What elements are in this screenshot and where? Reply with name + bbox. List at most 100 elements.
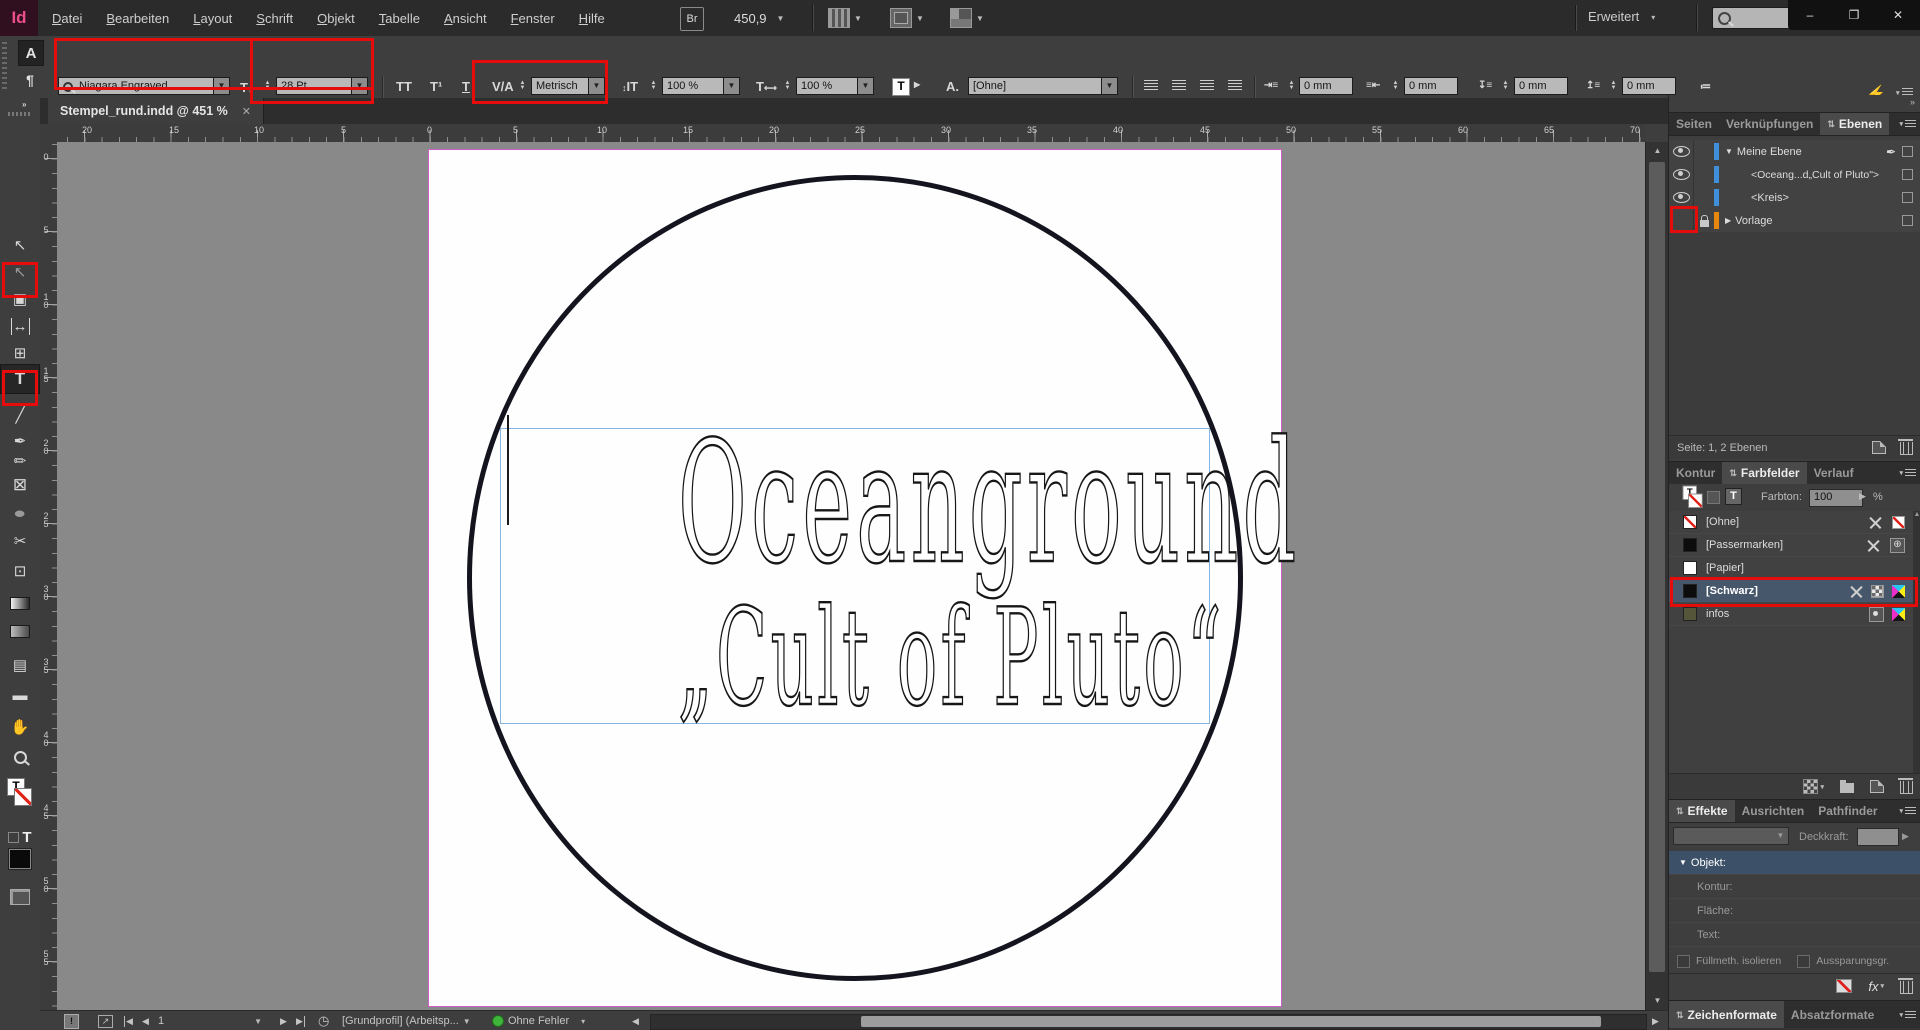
opacity-field[interactable] (1857, 828, 1899, 846)
justify-left-button[interactable] (1228, 80, 1242, 91)
menu-schrift[interactable]: Schrift (256, 11, 293, 26)
swatch-row-schwarz[interactable]: [Schwarz] (1669, 580, 1913, 603)
menu-objekt[interactable]: Objekt (317, 11, 355, 26)
close-icon[interactable]: ✕ (242, 105, 251, 118)
container-toggle-button[interactable] (1707, 491, 1720, 504)
scroll-right-button[interactable]: ▶ (1652, 1011, 1659, 1030)
layer-target-square[interactable] (1902, 169, 1913, 180)
chevron-down-icon[interactable]: ▼ (588, 78, 604, 94)
tab-ausrichten[interactable]: Ausrichten (1735, 800, 1812, 822)
chevron-down-icon[interactable]: ▼ (351, 78, 367, 94)
new-layer-icon[interactable] (1872, 441, 1886, 454)
superscript-button[interactable]: T¹ (430, 79, 442, 94)
content-collector-tool[interactable]: ⊞ (0, 340, 40, 366)
horizontal-scroll-thumb[interactable] (861, 1016, 1601, 1027)
arrange-documents-button[interactable]: ▼ (950, 8, 984, 28)
document-canvas[interactable]: Oceanground „Cult of Pluto“ (57, 142, 1645, 1010)
trash-icon[interactable] (1900, 442, 1913, 455)
vertical-scroll-thumb[interactable] (1649, 162, 1665, 972)
scroll-up-icon[interactable]: ▲ (1913, 511, 1920, 518)
indent-left-field[interactable]: 0 mm (1299, 77, 1353, 95)
ruler-origin[interactable] (40, 124, 58, 143)
screen-mode-tool[interactable] (0, 884, 40, 910)
rectangle-frame-tool[interactable]: ⊠ (0, 472, 40, 498)
panel-menu-icon[interactable]: ▾ (1899, 462, 1920, 484)
scroll-up-icon[interactable]: ▲ (1646, 142, 1669, 160)
menu-layout[interactable]: Layout (193, 11, 232, 26)
document-tab[interactable]: Stempel_rund.indd @ 451 % ✕ (48, 98, 264, 124)
layer-row-vorlage[interactable]: ▶ Vorlage (1669, 209, 1920, 233)
page-tool[interactable]: ▣ (0, 286, 40, 312)
layer-row-meine-ebene[interactable]: ▼ Meine Ebene ✒ (1669, 140, 1920, 164)
clear-effects-icon[interactable] (1836, 979, 1852, 993)
vertical-ruler[interactable]: 0 5 10 15 20 25 30 35 40 45 50 55 (40, 142, 58, 1010)
preflight-button[interactable]: ! (64, 1011, 79, 1030)
tint-field[interactable]: 100 (1809, 489, 1863, 507)
align-right-button[interactable] (1200, 80, 1214, 91)
workspace-switcher[interactable]: Erweitert ▾ (1588, 9, 1655, 24)
tab-ebenen[interactable]: Ebenen (1820, 113, 1889, 135)
menu-fenster[interactable]: Fenster (511, 11, 555, 26)
space-after-field[interactable]: 0 mm (1622, 77, 1676, 95)
character-style-field[interactable]: [Ohne]▼ (968, 77, 1118, 95)
lock-toggle[interactable] (1694, 140, 1714, 163)
previous-page-button[interactable]: ◀ (142, 1011, 149, 1030)
measure-tool[interactable]: ▬ (0, 682, 40, 708)
visibility-toggle[interactable] (1669, 163, 1694, 186)
apply-color-button[interactable] (0, 846, 40, 872)
align-center-button[interactable] (1172, 80, 1186, 91)
vertical-scrollbar[interactable]: ▲ ▼ (1645, 142, 1669, 1010)
bridge-button[interactable]: Br (680, 7, 704, 31)
ellipse-tool[interactable]: ● (0, 500, 40, 526)
font-size-field[interactable]: 28 Pt▼ (276, 77, 368, 95)
trash-icon[interactable] (1900, 981, 1913, 994)
swatch-row-infos[interactable]: infos (1669, 603, 1913, 626)
kerning-field[interactable]: Metrisch▼ (531, 77, 605, 95)
collapse-panels-icon[interactable]: » (1910, 97, 1915, 107)
underline-button[interactable]: T (462, 79, 470, 94)
tab-pathfinder[interactable]: Pathfinder (1811, 800, 1884, 822)
all-caps-button[interactable]: TT (396, 79, 412, 94)
lock-toggle[interactable] (1694, 209, 1714, 232)
menu-hilfe[interactable]: Hilfe (579, 11, 605, 26)
tab-effekte[interactable]: Effekte (1669, 800, 1735, 822)
horizontal-scale-field[interactable]: 100 %▼ (796, 77, 874, 95)
text-toggle-button[interactable]: T (1725, 488, 1742, 505)
horizontal-scrollbar[interactable] (650, 1014, 1647, 1030)
lock-toggle[interactable] (1694, 186, 1714, 209)
tab-verknuepfungen[interactable]: Verknüpfungen (1719, 113, 1820, 135)
expand-arrow-icon[interactable]: ▼ (1725, 147, 1733, 156)
export-button[interactable]: ↗ (98, 1011, 113, 1030)
text-fill-swatch[interactable]: T (892, 78, 910, 96)
scissors-tool[interactable]: ✂ (0, 528, 40, 554)
effects-row-kontur[interactable]: Kontur: (1669, 875, 1920, 899)
effects-row-flaeche[interactable]: Fläche: (1669, 899, 1920, 923)
character-formatting-button[interactable]: A (18, 40, 44, 66)
tab-zeichenformate[interactable]: Zeichenformate (1669, 1001, 1784, 1029)
visibility-toggle[interactable] (1669, 186, 1694, 209)
bullet-list-button[interactable]: ≔ (1700, 80, 1711, 93)
next-page-button[interactable]: ▶ (280, 1011, 287, 1030)
gradient-feather-tool[interactable] (0, 618, 40, 644)
paragraph-formatting-button[interactable]: ¶ (18, 68, 42, 92)
view-options-button[interactable]: ▼ (828, 8, 862, 28)
gradient-tool[interactable] (0, 590, 40, 616)
direct-selection-tool[interactable]: ↖ (0, 259, 40, 285)
restore-button[interactable]: ❐ (1832, 0, 1876, 30)
new-color-group-icon[interactable] (1840, 783, 1854, 793)
line-tool[interactable]: ╱ (0, 402, 40, 428)
expand-arrow-icon[interactable]: ▶ (1725, 216, 1731, 225)
screen-mode-button[interactable]: ▼ (890, 8, 924, 28)
new-swatch-icon[interactable] (1870, 780, 1884, 793)
font-family-field[interactable]: Niagara Engraved▼ (58, 77, 230, 95)
layer-target-square[interactable] (1902, 146, 1913, 157)
pencil-tool[interactable]: ✏ (0, 448, 40, 474)
layer-row-oceanground[interactable]: <Oceang...d„Cult of Pluto"> (1669, 163, 1920, 187)
tab-farbfelder[interactable]: Farbfelder (1722, 462, 1806, 484)
collapse-icon[interactable]: » (22, 100, 26, 109)
panel-menu-icon[interactable]: ▾ (1899, 1001, 1920, 1029)
note-tool[interactable]: ▤ (0, 652, 40, 678)
align-left-button[interactable] (1144, 80, 1158, 91)
type-tool[interactable]: T (0, 364, 40, 394)
knockout-group-checkbox[interactable] (1797, 955, 1810, 968)
